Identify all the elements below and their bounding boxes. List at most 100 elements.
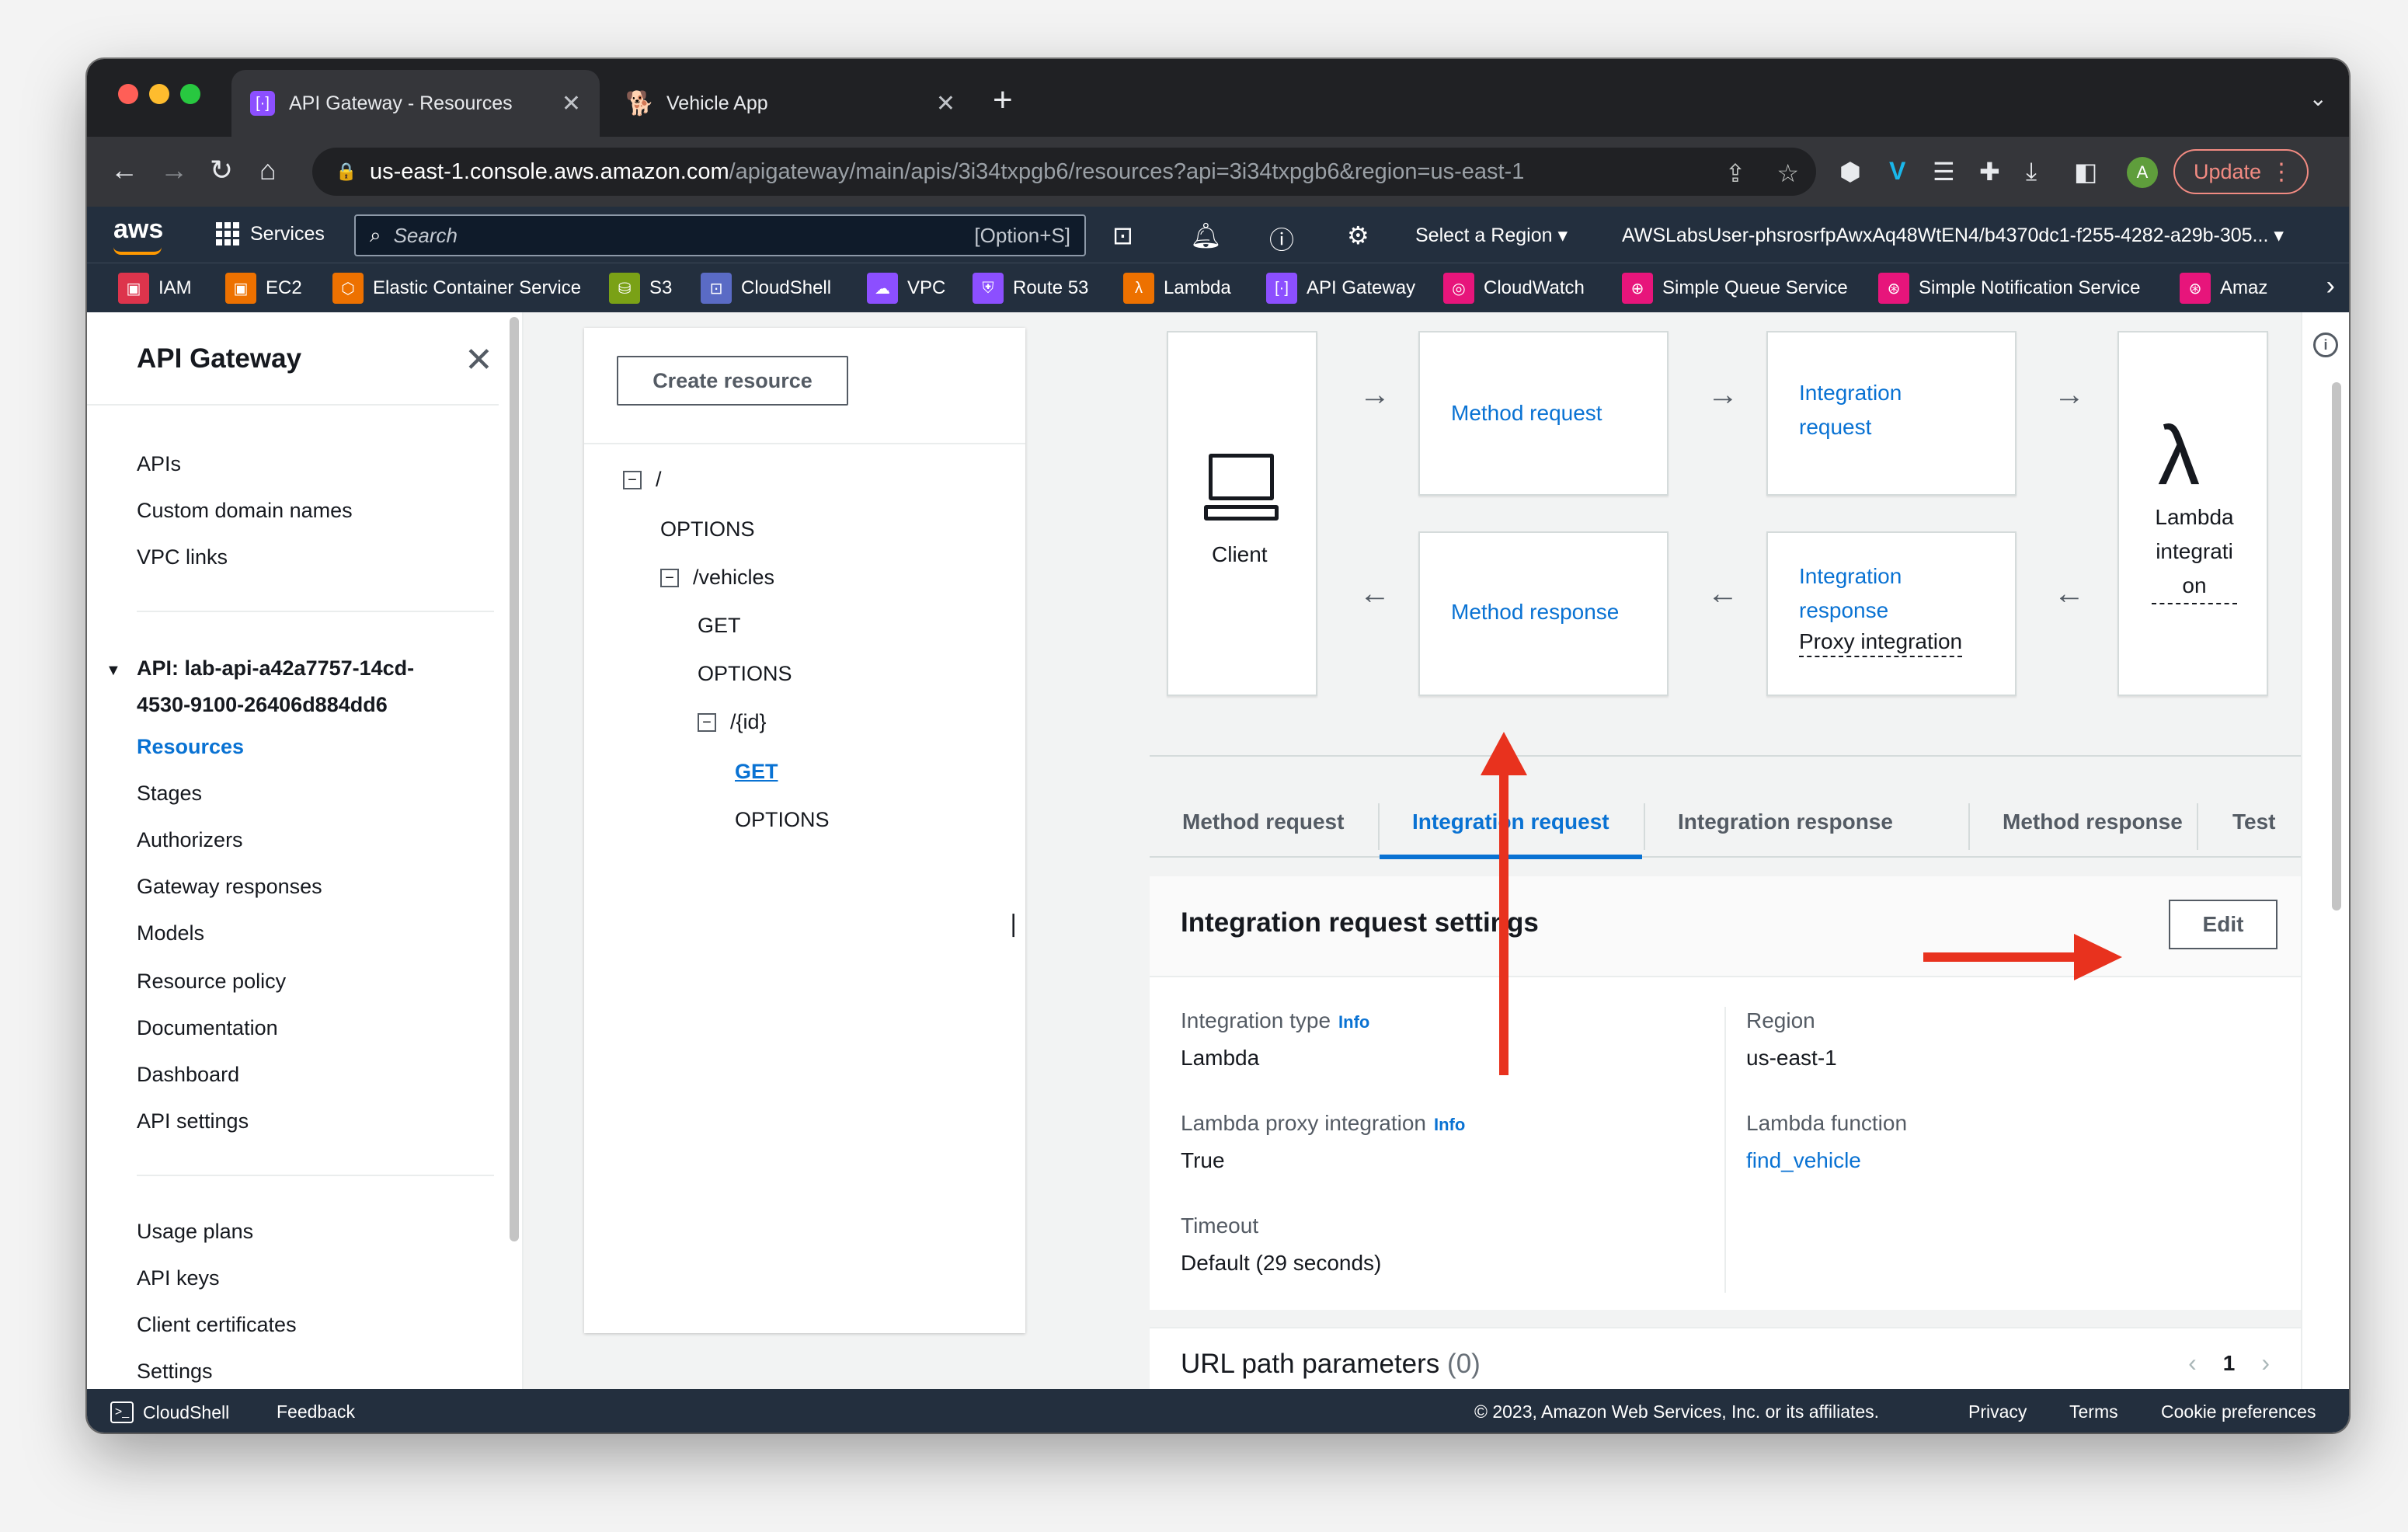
nav-link-custom-domain-names[interactable]: Custom domain names xyxy=(137,499,353,523)
forward-arrow-icon[interactable]: → xyxy=(160,154,188,186)
favorite-s3[interactable]: ⛁ S3 xyxy=(609,273,672,304)
nav-link-stages[interactable]: Stages xyxy=(137,782,202,806)
tab-method-request[interactable]: Method request xyxy=(1182,788,1344,856)
nav-link-dashboard[interactable]: Dashboard xyxy=(137,1063,239,1087)
sidenav-scrollbar[interactable] xyxy=(510,317,519,1241)
chevron-left-icon[interactable]: ‹ xyxy=(2188,1349,2197,1377)
nav-link-api-keys[interactable]: API keys xyxy=(137,1266,220,1290)
favorite-route53[interactable]: ⛨ Route 53 xyxy=(973,273,1088,304)
tree-method-id-get[interactable]: GET xyxy=(735,760,778,784)
nav-link-vpc-links[interactable]: VPC links xyxy=(137,545,228,569)
close-tab-icon[interactable]: ✕ xyxy=(936,90,955,117)
footer-cookie-preferences-link[interactable]: Cookie preferences xyxy=(2161,1401,2316,1422)
account-menu[interactable]: AWSLabsUser-phsrosrfpAwxAq48WtEN4/b4370d… xyxy=(1622,224,2284,247)
info-icon[interactable]: i xyxy=(2313,333,2338,357)
nav-link-usage-plans[interactable]: Usage plans xyxy=(137,1220,253,1244)
tree-node-vehicles[interactable]: −/vehicles xyxy=(660,566,774,590)
close-tab-icon[interactable]: ✕ xyxy=(562,90,581,117)
collapse-icon[interactable]: − xyxy=(623,470,642,489)
window-minimize-button[interactable] xyxy=(149,84,169,104)
api-group-header[interactable]: ▼ API: lab-api-a42a7757-14cd- 4530-9100-2… xyxy=(106,651,414,722)
new-tab-icon[interactable]: + xyxy=(993,81,1013,120)
footer-privacy-link[interactable]: Privacy xyxy=(1968,1401,2027,1422)
gear-icon[interactable]: ⚙ xyxy=(1347,221,1369,250)
favorite-ecs[interactable]: ⬡ Elastic Container Service xyxy=(332,273,581,304)
flow-integration-request-box[interactable]: Integration request xyxy=(1766,331,2017,496)
tab-test[interactable]: Test xyxy=(2232,788,2276,856)
browser-update-button[interactable]: Update ⋮ xyxy=(2173,149,2309,194)
profile-avatar[interactable]: A xyxy=(2127,157,2158,188)
tree-node-root[interactable]: − / xyxy=(623,468,662,492)
close-icon[interactable]: ✕ xyxy=(465,340,493,380)
nav-link-resources[interactable]: Resources xyxy=(137,735,244,759)
chevron-right-icon[interactable]: › xyxy=(2326,271,2335,301)
download-icon[interactable]: ⤓ xyxy=(2026,157,2037,186)
chevron-down-icon[interactable]: ⌄ xyxy=(2309,85,2327,111)
flow-method-request-box[interactable]: Method request xyxy=(1418,331,1669,496)
tab-integration-request[interactable]: Integration request xyxy=(1380,788,1642,859)
nav-link-resource-policy[interactable]: Resource policy xyxy=(137,970,286,994)
flow-method-response-box[interactable]: Method response xyxy=(1418,531,1669,696)
nav-link-gateway-responses[interactable]: Gateway responses xyxy=(137,875,322,899)
favorite-ec2[interactable]: ▣ EC2 xyxy=(225,273,302,304)
page-number[interactable]: 1 xyxy=(2223,1351,2236,1376)
adblock-extension-icon[interactable]: ⬢ xyxy=(1839,157,1861,186)
window-zoom-button[interactable] xyxy=(180,84,200,104)
nav-link-client-certificates[interactable]: Client certificates xyxy=(137,1313,297,1337)
tree-node-id[interactable]: −/{id} xyxy=(698,710,767,734)
tree-method-id-options[interactable]: OPTIONS xyxy=(735,808,830,832)
tree-method-vehicles-get[interactable]: GET xyxy=(698,614,741,638)
nav-link-settings[interactable]: Settings xyxy=(137,1360,213,1384)
home-icon[interactable]: ⌂ xyxy=(259,154,277,186)
aws-logo[interactable]: aws xyxy=(113,214,163,255)
footer-feedback-link[interactable]: Feedback xyxy=(277,1401,355,1422)
nav-link-authorizers[interactable]: Authorizers xyxy=(137,828,243,852)
create-resource-button[interactable]: Create resource xyxy=(617,356,848,406)
vimeo-extension-icon[interactable]: V xyxy=(1889,157,1905,186)
tab-method-response[interactable]: Method response xyxy=(2003,788,2183,856)
favorite-cloudshell[interactable]: ⊡ CloudShell xyxy=(701,273,831,304)
favorite-sns[interactable]: ⊛ Simple Notification Service xyxy=(1878,273,2140,304)
back-arrow-icon[interactable]: ← xyxy=(110,154,138,186)
services-menu-button[interactable]: Services xyxy=(216,222,325,245)
tree-method-root-options[interactable]: OPTIONS xyxy=(660,517,755,541)
favorite-more[interactable]: ⊛ Amaz xyxy=(2180,273,2267,304)
panel-resize-handle[interactable]: ❘ xyxy=(1004,910,1023,938)
edit-button[interactable]: Edit xyxy=(2169,900,2278,949)
reload-icon[interactable]: ↻ xyxy=(210,154,233,186)
nav-link-models[interactable]: Models xyxy=(137,921,204,945)
favorite-api-gateway[interactable]: [·] API Gateway xyxy=(1266,273,1415,304)
favorite-sqs[interactable]: ⊕ Simple Queue Service xyxy=(1622,273,1848,304)
footer-terms-link[interactable]: Terms xyxy=(2069,1401,2118,1422)
bookmark-star-icon[interactable]: ☆ xyxy=(1776,158,1799,188)
region-selector[interactable]: Select a Region ▾ xyxy=(1415,224,1568,247)
puzzle-extensions-icon[interactable]: ✚ xyxy=(1979,157,2000,186)
flow-lambda-box[interactable]: λ Lambda integrati on xyxy=(2117,331,2268,696)
favorite-cloudwatch[interactable]: ◎ CloudWatch xyxy=(1443,273,1585,304)
nav-link-api-settings[interactable]: API settings xyxy=(137,1109,249,1133)
share-icon[interactable]: ⇪ xyxy=(1725,158,1746,188)
nav-link-apis[interactable]: APIs xyxy=(137,452,181,476)
browser-tab-api-gateway[interactable]: [·] API Gateway - Resources ✕ xyxy=(231,70,600,137)
collapse-icon[interactable]: − xyxy=(698,712,716,732)
footer-cloudshell-button[interactable]: >_ CloudShell xyxy=(110,1401,229,1423)
cloudshell-icon[interactable]: ⊡ xyxy=(1112,221,1133,250)
info-link[interactable]: Info xyxy=(1338,1012,1369,1032)
list-extension-icon[interactable]: ☰ xyxy=(1933,157,1955,186)
favorite-iam[interactable]: ▣ IAM xyxy=(118,273,192,304)
browser-tab-vehicle-app[interactable]: 🐕 Vehicle App ✕ xyxy=(609,70,974,137)
nav-link-documentation[interactable]: Documentation xyxy=(137,1016,278,1040)
flow-integration-response-box[interactable]: Integration response Proxy integration xyxy=(1766,531,2017,696)
sidepanel-icon[interactable]: ◧ xyxy=(2074,157,2097,186)
info-link[interactable]: Info xyxy=(1434,1115,1465,1134)
collapse-icon[interactable]: − xyxy=(660,568,679,587)
window-close-button[interactable] xyxy=(118,84,138,104)
help-icon[interactable]: ⓘ xyxy=(1269,221,1294,256)
tab-integration-response[interactable]: Integration response xyxy=(1678,788,1893,856)
address-bar[interactable]: 🔒 us-east-1.console.aws.amazon.com/apiga… xyxy=(312,148,1816,196)
aws-search-input[interactable]: ⌕ Search [Option+S] xyxy=(354,214,1086,256)
bell-icon[interactable]: 🔔︎ xyxy=(1190,221,1222,250)
content-scrollbar[interactable] xyxy=(2332,382,2341,910)
favorite-vpc[interactable]: ☁ VPC xyxy=(867,273,945,304)
favorite-lambda[interactable]: λ Lambda xyxy=(1123,273,1231,304)
